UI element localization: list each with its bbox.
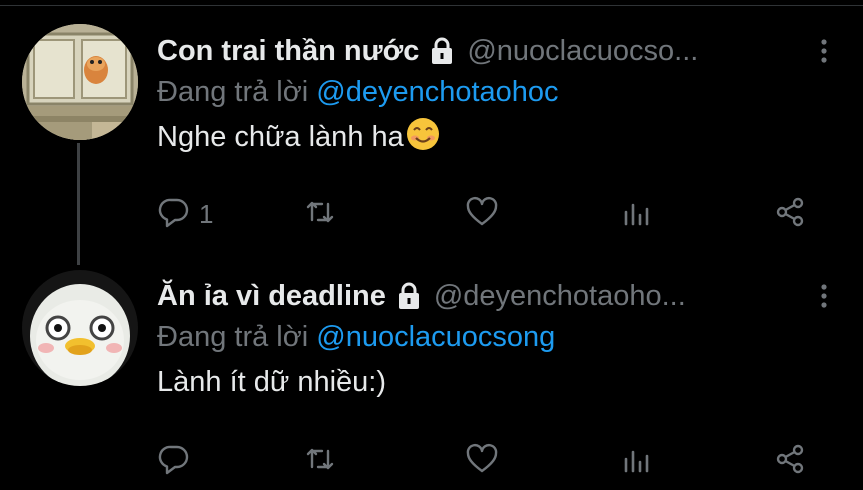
share-icon [773, 442, 807, 481]
replying-to: Đang trả lời @deyenchotaohoc [157, 72, 837, 112]
share-button[interactable] [773, 194, 807, 234]
like-button[interactable] [465, 194, 499, 234]
heart-icon [465, 195, 499, 234]
avatar-con-trai-than-nuoc[interactable] [22, 24, 138, 140]
display-name[interactable]: Ăn ỉa vì deadline [157, 280, 386, 313]
reply-count: 1 [199, 198, 214, 229]
analytics-button[interactable] [619, 441, 653, 481]
reply-button[interactable]: 1 [157, 194, 213, 234]
reply-mention-link[interactable]: @deyenchotaohoc [316, 76, 558, 108]
replying-to: Đang trả lời @nuoclacuocsong [157, 317, 837, 357]
tweet-text-content: Nghe chữa lành ha [157, 121, 404, 153]
share-button[interactable] [773, 441, 807, 481]
tweet-text: Nghe chữa lành ha [157, 112, 837, 162]
more-vertical-icon[interactable] [809, 36, 839, 66]
lock-icon [394, 281, 424, 311]
top-divider [0, 5, 863, 6]
tweet[interactable]: Con trai thần nước @nuoclacuocso... Đang… [157, 30, 837, 229]
tweet-text: Lành ít dữ nhiều:) [157, 357, 837, 407]
reply-button[interactable] [157, 441, 199, 481]
thread-connector-line [77, 143, 80, 265]
display-name[interactable]: Con trai thần nước [157, 35, 419, 68]
avatar-an-ia-vi-deadline[interactable] [22, 270, 138, 386]
user-handle[interactable]: @deyenchotaoho... [434, 280, 686, 313]
like-button[interactable] [465, 441, 499, 481]
tweet-actions [157, 441, 837, 481]
more-vertical-icon[interactable] [809, 281, 839, 311]
heart-icon [465, 442, 499, 481]
reply-icon [157, 442, 191, 481]
analytics-icon [619, 195, 653, 234]
user-handle[interactable]: @nuoclacuocso... [467, 35, 698, 68]
retweet-icon [303, 195, 337, 234]
smiling-face-emoji [406, 117, 440, 151]
tweet[interactable]: Ăn ỉa vì deadline @deyenchotaoho... Đang… [157, 275, 837, 474]
tweet-text-content: Lành ít dữ nhiều:) [157, 366, 387, 398]
retweet-icon [303, 442, 337, 481]
retweet-button[interactable] [303, 441, 337, 481]
reply-prefix: Đang trả lời [157, 76, 309, 108]
reply-icon [157, 195, 191, 234]
retweet-button[interactable] [303, 194, 337, 234]
tweet-header: Ăn ỉa vì deadline @deyenchotaoho... [157, 275, 837, 317]
share-icon [773, 195, 807, 234]
lock-icon [427, 36, 457, 66]
analytics-button[interactable] [619, 194, 653, 234]
reply-mention-link[interactable]: @nuoclacuocsong [316, 321, 555, 353]
tweet-actions: 1 [157, 194, 837, 234]
reply-prefix: Đang trả lời [157, 321, 309, 353]
tweet-header: Con trai thần nước @nuoclacuocso... [157, 30, 837, 72]
analytics-icon [619, 442, 653, 481]
